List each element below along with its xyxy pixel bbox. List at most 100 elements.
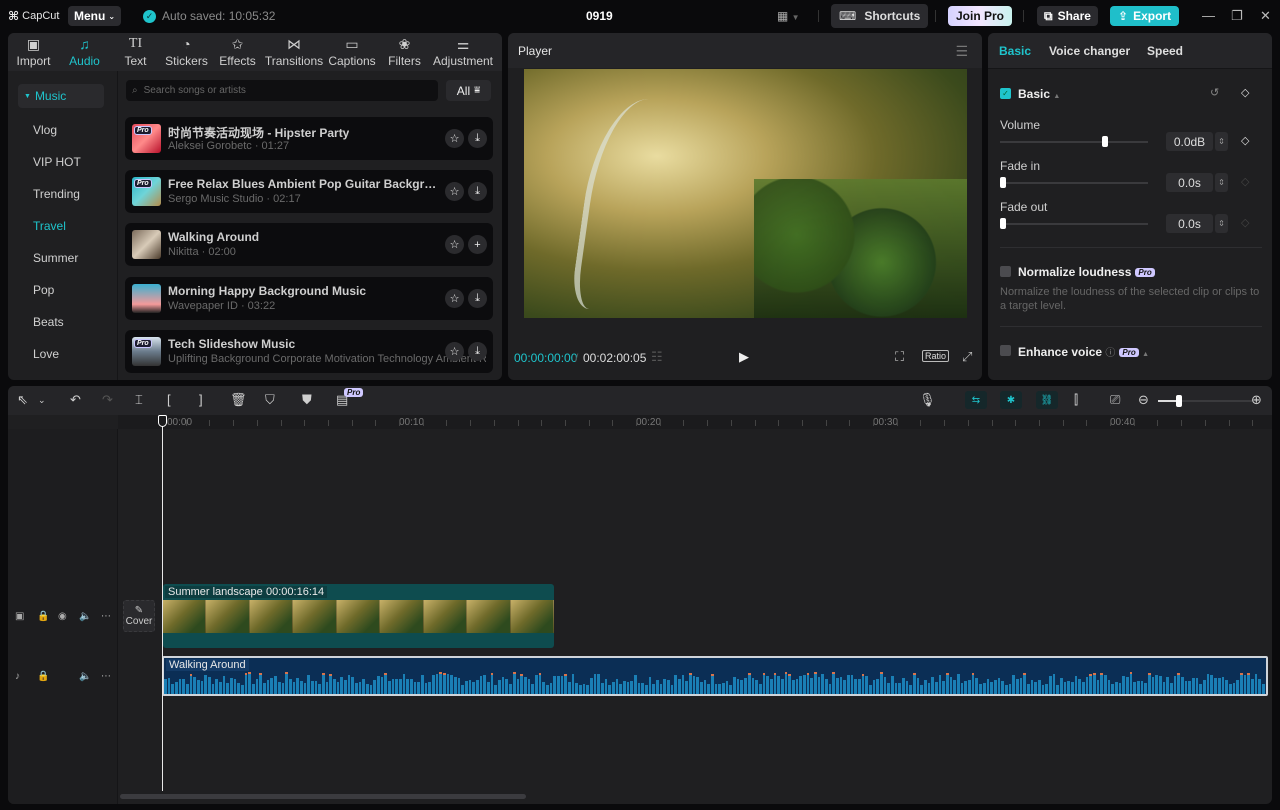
- category-trending[interactable]: Trending: [18, 182, 104, 206]
- category-love[interactable]: Love: [18, 342, 104, 366]
- timeline-zoom-slider[interactable]: [1158, 400, 1253, 402]
- horizontal-scrollbar[interactable]: [120, 794, 526, 799]
- fade-in-value[interactable]: 0.0s: [1166, 173, 1213, 192]
- help-icon[interactable]: ⓘ: [1105, 348, 1115, 359]
- join-pro-button[interactable]: Join Pro: [948, 6, 1012, 26]
- category-music[interactable]: ▼Music: [18, 84, 104, 108]
- volume-slider-handle[interactable]: [1102, 136, 1108, 147]
- tool-captions[interactable]: ▭Captions: [325, 33, 379, 71]
- search-input[interactable]: ⌕Search songs or artists: [126, 80, 438, 101]
- basic-checkbox[interactable]: ✓: [1000, 88, 1011, 99]
- linkage-icon[interactable]: ⛓: [1036, 391, 1058, 409]
- undo-icon[interactable]: ↶: [70, 392, 81, 408]
- cover-button[interactable]: ✎Cover: [123, 600, 155, 632]
- zoom-fit-icon[interactable]: ⛶: [895, 349, 904, 365]
- volume-icon[interactable]: 🔈: [79, 671, 91, 682]
- fade-out-slider-handle[interactable]: [1000, 218, 1006, 229]
- close-icon[interactable]: ✕: [1260, 8, 1271, 24]
- shortcuts-button[interactable]: ⌨Shortcuts: [831, 4, 928, 28]
- tool-stickers[interactable]: ◔Stickers: [161, 33, 212, 71]
- song-item[interactable]: Morning Happy Background Music Wavepaper…: [125, 277, 493, 320]
- enhance-voice-checkbox[interactable]: [1000, 345, 1011, 356]
- fade-in-slider-handle[interactable]: [1000, 177, 1006, 188]
- hamburger-menu-icon[interactable]: ☰: [955, 43, 968, 60]
- tool-effects[interactable]: ✩Effects: [212, 33, 263, 71]
- category-summer[interactable]: Summer: [18, 246, 104, 270]
- playhead[interactable]: [162, 415, 163, 791]
- auto-mark-icon[interactable]: ⛉: [265, 392, 275, 408]
- volume-value[interactable]: 0.0dB: [1166, 132, 1213, 151]
- tab-speed[interactable]: Speed: [1147, 44, 1183, 58]
- video-clip[interactable]: Summer landscape 00:00:16:14: [163, 584, 554, 648]
- song-item[interactable]: Walking Around Nikitta · 02:00 ☆ +: [125, 223, 493, 266]
- download-icon[interactable]: ⤓: [468, 129, 487, 148]
- play-icon[interactable]: ▶: [739, 349, 749, 365]
- more-icon[interactable]: ⋯: [101, 671, 111, 682]
- favorite-star-icon[interactable]: ☆: [445, 235, 464, 254]
- tool-filters[interactable]: ❀Filters: [379, 33, 430, 71]
- volume-keyframe-icon[interactable]: ◇: [1241, 134, 1249, 147]
- fade-in-stepper[interactable]: ⇕: [1215, 173, 1228, 192]
- tool-transitions[interactable]: ⋈Transitions: [263, 33, 325, 71]
- fade-out-stepper[interactable]: ⇕: [1215, 214, 1228, 233]
- audio-clip[interactable]: Walking Around: [162, 656, 1268, 696]
- lock-icon[interactable]: 🔒: [37, 611, 49, 622]
- tool-text[interactable]: TIText: [110, 33, 161, 71]
- tool-import[interactable]: ▣Import: [8, 33, 59, 71]
- volume-icon[interactable]: 🔈: [79, 611, 91, 622]
- preview-axis-icon[interactable]: ⎚: [1110, 392, 1120, 408]
- song-item[interactable]: Pro Free Relax Blues Ambient Pop Guitar …: [125, 170, 493, 213]
- tool-audio[interactable]: ♫Audio: [59, 33, 110, 71]
- layout-icon[interactable]: ▦ ▼: [777, 9, 800, 23]
- list-view-icon[interactable]: ☷: [651, 349, 663, 365]
- tab-basic[interactable]: Basic: [999, 44, 1031, 58]
- fullscreen-icon[interactable]: ⤢: [962, 349, 972, 365]
- select-cursor-icon[interactable]: ⇖: [17, 392, 28, 408]
- tab-voice-changer[interactable]: Voice changer: [1049, 44, 1130, 58]
- zoom-out-icon[interactable]: ⊖: [1138, 392, 1149, 408]
- volume-stepper[interactable]: ⇕: [1215, 132, 1228, 151]
- more-icon[interactable]: ⋯: [101, 611, 111, 622]
- category-vip-hot[interactable]: VIP HOT: [18, 150, 104, 174]
- song-item[interactable]: Pro Tech Slideshow Music Uplifting Backg…: [125, 330, 493, 373]
- category-pop[interactable]: Pop: [18, 278, 104, 302]
- category-beats[interactable]: Beats: [18, 310, 104, 334]
- volume-slider[interactable]: [1000, 141, 1148, 143]
- download-icon[interactable]: ⤓: [468, 342, 487, 361]
- playhead-handle[interactable]: [158, 415, 167, 427]
- keyframe-icon[interactable]: ◇: [1241, 86, 1249, 99]
- favorite-star-icon[interactable]: ☆: [445, 182, 464, 201]
- eye-icon[interactable]: ◉: [58, 611, 67, 622]
- fade-out-value[interactable]: 0.0s: [1166, 214, 1213, 233]
- zoom-slider-handle[interactable]: [1176, 395, 1182, 407]
- chevron-down-icon[interactable]: ⌄: [38, 395, 46, 406]
- export-button[interactable]: ⇪Export: [1110, 6, 1179, 26]
- restore-icon[interactable]: ❐: [1231, 8, 1243, 24]
- delete-icon[interactable]: 🗑: [230, 392, 247, 408]
- split-left-icon[interactable]: [: [167, 392, 171, 407]
- magnet-link-icon[interactable]: ⇆: [965, 391, 987, 409]
- fade-out-slider[interactable]: [1000, 223, 1148, 225]
- favorite-star-icon[interactable]: ☆: [445, 129, 464, 148]
- favorite-star-icon[interactable]: ☆: [445, 289, 464, 308]
- ratio-button[interactable]: Ratio: [922, 350, 949, 362]
- basic-section-title[interactable]: Basic ▲: [1018, 87, 1060, 101]
- category-vlog[interactable]: Vlog: [18, 118, 104, 142]
- microphone-icon[interactable]: 🎙: [919, 392, 936, 408]
- share-button[interactable]: ⧉Share: [1037, 6, 1098, 26]
- split-icon[interactable]: ⌶: [135, 392, 143, 408]
- category-travel[interactable]: Travel: [18, 214, 104, 238]
- menu-button[interactable]: Menu⌄: [68, 6, 121, 26]
- marker-icon[interactable]: ⛊: [302, 392, 312, 408]
- tool-adjustment[interactable]: ⚌Adjustment: [430, 33, 496, 71]
- add-icon[interactable]: +: [468, 235, 487, 254]
- zoom-in-icon[interactable]: ⊕: [1251, 392, 1262, 408]
- lock-icon[interactable]: 🔒: [37, 671, 49, 682]
- song-item[interactable]: Pro 时尚节奏活动现场 - Hipster Party Aleksei Gor…: [125, 117, 493, 160]
- project-name[interactable]: 0919: [586, 9, 613, 23]
- download-icon[interactable]: ⤓: [468, 182, 487, 201]
- auto-snap-icon[interactable]: ✱: [1000, 391, 1022, 409]
- fade-in-slider[interactable]: [1000, 182, 1148, 184]
- split-preview-icon[interactable]: ⫿: [1074, 392, 1078, 408]
- video-preview[interactable]: [524, 69, 967, 318]
